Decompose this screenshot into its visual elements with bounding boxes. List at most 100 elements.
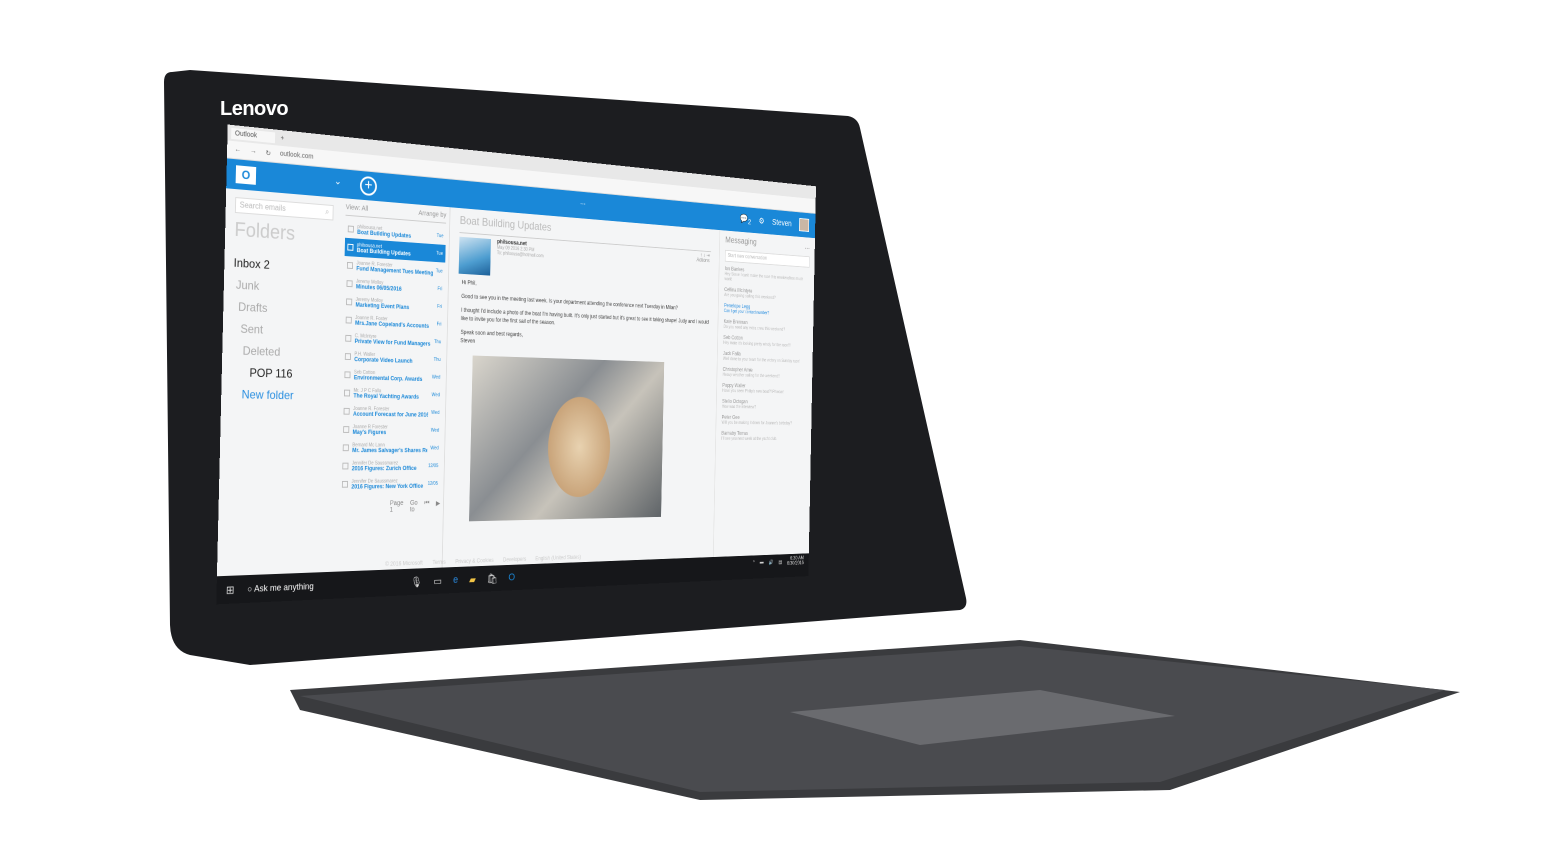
- conversation-item[interactable]: Poppy Waller Have you seen Philip's new b…: [722, 383, 807, 395]
- row-checkbox[interactable]: [342, 481, 348, 488]
- folder-sent[interactable]: Sent: [232, 321, 331, 339]
- folder-pop[interactable]: POP 116: [231, 365, 330, 381]
- row-date: Wed: [431, 410, 439, 416]
- task-view-icon[interactable]: ▭: [433, 575, 442, 587]
- first-page-icon[interactable]: ⏮: [424, 500, 429, 513]
- row-date: Fri: [437, 321, 442, 327]
- search-icon: ⌕: [325, 207, 329, 217]
- windows-start-icon[interactable]: ⊞: [226, 583, 235, 596]
- chat-count: 2: [748, 217, 751, 226]
- row-date: Wed: [432, 374, 440, 380]
- refresh-icon[interactable]: ↻: [266, 149, 271, 157]
- row-checkbox[interactable]: [348, 225, 354, 232]
- folder-junk[interactable]: Junk: [233, 278, 332, 297]
- system-tray: ^ ▬ 🔊 ▤ 6:30 AM 6/30/2016: [753, 556, 804, 568]
- more-icon[interactable]: ...: [805, 242, 810, 251]
- message-row[interactable]: Joanne R Forester May's Figures Wed: [340, 420, 441, 439]
- store-icon[interactable]: 🛍: [487, 572, 498, 584]
- chevron-up-icon[interactable]: ^: [753, 560, 755, 565]
- actions-button[interactable]: Actions: [696, 258, 709, 264]
- conversation-preview: Have you seen Philip's new boat?! Phwoar…: [722, 388, 807, 395]
- battery-icon[interactable]: ▬: [760, 560, 764, 565]
- row-checkbox[interactable]: [343, 426, 349, 433]
- file-explorer-icon[interactable]: ▰: [469, 573, 476, 585]
- goto-button[interactable]: Go to: [410, 500, 418, 513]
- chevron-down-icon[interactable]: ⌄: [334, 176, 341, 187]
- arrange-by-button[interactable]: Arrange by: [418, 210, 446, 219]
- message-row[interactable]: Jennifer De Saussmarez 2016 Figures: New …: [339, 475, 440, 494]
- conversation-item[interactable]: Ian Bankes Hey Steve I can't make the rac…: [724, 267, 809, 288]
- reading-pane: Boat Building Updates philsousa.net May …: [442, 207, 719, 567]
- footer-link[interactable]: Developers: [503, 557, 526, 563]
- row-checkbox[interactable]: [345, 353, 351, 360]
- row-checkbox[interactable]: [345, 335, 351, 342]
- view-all-filter[interactable]: View: All: [346, 204, 369, 213]
- row-checkbox[interactable]: [347, 262, 353, 269]
- row-date: 12/05: [428, 463, 438, 469]
- user-name[interactable]: Steven: [772, 218, 792, 229]
- tablet-device: Lenovo Outlook + ← → ↻ outlook.com O ⌄ +…: [0, 0, 1544, 867]
- message-row[interactable]: Joanne R. Forester Account Forecast for J…: [341, 402, 442, 421]
- row-checkbox[interactable]: [344, 371, 350, 378]
- conversation-item[interactable]: Jack Falla Well done to your team for the…: [723, 351, 808, 364]
- clock-date[interactable]: 6/30/2016: [787, 561, 804, 567]
- avatar[interactable]: [799, 218, 809, 232]
- row-date: Wed: [431, 427, 439, 433]
- outlook-taskbar-icon[interactable]: O: [508, 572, 515, 583]
- footer-link[interactable]: Terms: [432, 560, 445, 566]
- back-icon[interactable]: ←: [234, 146, 241, 154]
- message-row[interactable]: Mr. J P C Falla The Royal Yachting Awards…: [341, 384, 442, 404]
- boat-photo-attachment[interactable]: [469, 356, 664, 522]
- volume-icon[interactable]: 🔊: [769, 559, 774, 565]
- conversation-item[interactable]: Stelio Octogan How was the interview?: [722, 399, 807, 411]
- outlook-logo[interactable]: O: [236, 165, 257, 185]
- message-row[interactable]: Bernard Mc Lann Mr. James Salvager's Shar…: [340, 439, 441, 457]
- row-date: Tue: [436, 250, 443, 256]
- chat-icon[interactable]: 💬2: [740, 214, 751, 226]
- more-icon[interactable]: ...: [580, 197, 586, 206]
- browser-tab[interactable]: Outlook: [231, 127, 275, 142]
- folder-pane: Search emails ⌕ Folders Inbox 2 Junk Drafts…: [217, 188, 343, 576]
- conversation-item[interactable]: Peter Gee Will you be making it down for …: [722, 415, 807, 426]
- row-date: Fri: [437, 286, 442, 292]
- conversation-item[interactable]: Seb Cotton Hey mate it's looking pretty w…: [723, 335, 808, 349]
- notifications-icon[interactable]: ▤: [778, 559, 782, 565]
- row-checkbox[interactable]: [346, 280, 352, 287]
- conversation-item[interactable]: Kate Brennan Do you need any extra crew t…: [723, 320, 808, 334]
- folder-deleted[interactable]: Deleted: [231, 343, 330, 360]
- row-checkbox[interactable]: [344, 408, 350, 415]
- new-tab-icon[interactable]: +: [280, 134, 284, 141]
- new-conversation-input[interactable]: Start new conversation: [725, 250, 810, 268]
- row-subject: Mr. James Salvager's Shares Review: [352, 448, 427, 454]
- search-input[interactable]: Search emails ⌕: [235, 197, 334, 220]
- row-checkbox[interactable]: [343, 444, 349, 451]
- edge-icon[interactable]: e: [453, 574, 458, 585]
- conversation-item[interactable]: Barnaby Torras I'll see you next week at …: [721, 431, 806, 442]
- folder-count: 116: [275, 367, 292, 381]
- row-checkbox[interactable]: [344, 390, 350, 397]
- folder-inbox[interactable]: Inbox 2: [234, 256, 333, 276]
- conversation-item[interactable]: Penelope Legg Can I get your contact numb…: [724, 304, 809, 319]
- microphone-icon[interactable]: 🎙: [410, 575, 422, 588]
- next-page-icon[interactable]: ▶: [436, 500, 441, 513]
- gear-icon[interactable]: ⚙: [759, 216, 765, 226]
- folder-count: 2: [263, 258, 269, 272]
- url-field[interactable]: outlook.com: [280, 151, 314, 161]
- conversation-item[interactable]: Christopher Amie Heavy weather sailing fo…: [723, 367, 808, 380]
- pager: Page 1 Go to ⏮ ▶: [339, 500, 440, 515]
- message-row[interactable]: Seb Cotton Environmental Corp. Awards Wed: [342, 366, 443, 387]
- message-row[interactable]: Jennifer De Saussmarez 2016 Figures: Zuri…: [340, 457, 441, 475]
- row-checkbox[interactable]: [346, 298, 352, 305]
- folder-new-folder[interactable]: New folder: [230, 387, 329, 403]
- row-date: Tue: [436, 268, 443, 274]
- row-checkbox[interactable]: [346, 317, 352, 324]
- conversation-item[interactable]: Cellina McIntyre Are you going sailing th…: [724, 288, 809, 303]
- new-mail-button[interactable]: +: [360, 176, 377, 197]
- row-checkbox[interactable]: [342, 463, 348, 470]
- forward-icon[interactable]: →: [250, 148, 257, 156]
- message-list: View: All Arrange by philsousa.net Boat Bu…: [334, 198, 451, 572]
- row-subject: The Royal Yachting Awards: [353, 393, 428, 400]
- folder-drafts[interactable]: Drafts: [232, 300, 331, 318]
- cortana-search[interactable]: ○ Ask me anything: [247, 581, 314, 594]
- row-checkbox[interactable]: [347, 244, 353, 251]
